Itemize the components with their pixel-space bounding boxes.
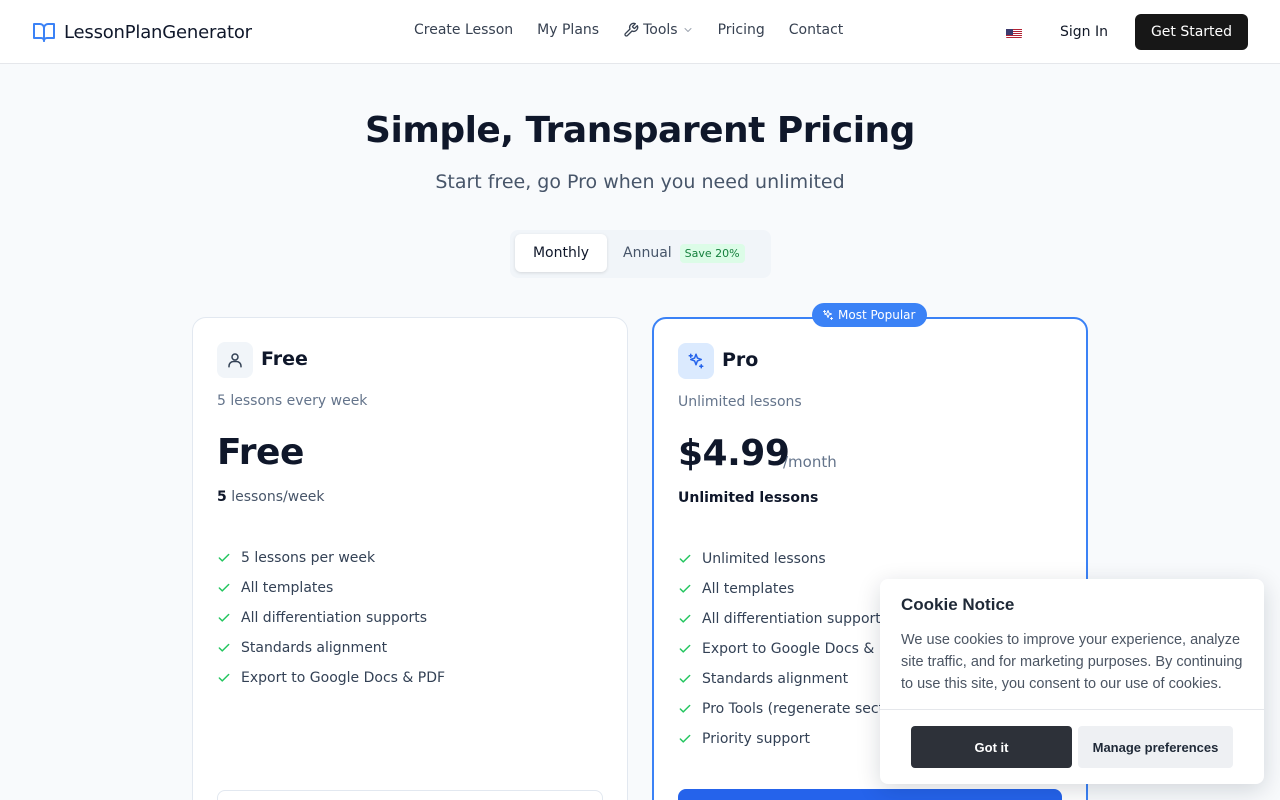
check-icon (679, 584, 691, 593)
check-icon (679, 644, 691, 653)
check-icon (218, 613, 230, 622)
feature-text: Pro Tools (regenerate sect (702, 701, 885, 717)
check-icon (218, 583, 230, 592)
feature-text: Priority support (702, 731, 811, 747)
feature-text: Standards alignment (241, 640, 388, 656)
check-icon (679, 704, 691, 713)
plan-quota-number: 5 (217, 489, 227, 505)
most-popular-label: Most Popular (838, 308, 916, 322)
check-icon (218, 673, 230, 682)
plan-description-free: 5 lessons every week (217, 393, 368, 409)
site-header: LessonPlanGenerator Create Lesson My Pla… (0, 0, 1280, 64)
page-title: Simple, Transparent Pricing (365, 110, 915, 151)
feature-item: 5 lessons per week (217, 543, 445, 573)
check-icon (218, 553, 230, 562)
wrench-icon (624, 22, 639, 37)
feature-list-pro: Unlimited lessons All templates All diff… (678, 544, 906, 754)
plan-price-free: Free (217, 432, 304, 473)
feature-item: Priority support (678, 724, 906, 754)
feature-text: All templates (702, 581, 795, 597)
sign-in-button[interactable]: Sign In (1048, 14, 1120, 50)
feature-item: Unlimited lessons (678, 544, 906, 574)
plan-name-pro: Pro (722, 349, 759, 371)
nav-pricing[interactable]: Pricing (718, 22, 765, 38)
feature-text: Export to Google Docs & PDF (702, 641, 907, 657)
user-icon (217, 342, 253, 378)
nav-create-lesson[interactable]: Create Lesson (414, 22, 513, 38)
billing-monthly-tab[interactable]: Monthly (515, 234, 607, 272)
feature-item: All differentiation supports (217, 603, 445, 633)
check-icon (679, 734, 691, 743)
feature-item: Export to Google Docs & PDF (217, 663, 445, 693)
free-plan-button[interactable] (217, 790, 603, 800)
save-badge: Save 20% (679, 243, 745, 263)
plan-quota-pro: Unlimited lessons (678, 490, 819, 506)
feature-text: All differentiation supports (241, 610, 428, 626)
cookie-manage-button[interactable]: Manage preferences (1078, 726, 1233, 768)
check-icon (679, 614, 691, 623)
check-icon (218, 643, 230, 652)
feature-item: All differentiation supports (678, 604, 906, 634)
check-icon (679, 674, 691, 683)
plan-quota-label: lessons/week (231, 489, 325, 505)
feature-text: All templates (241, 580, 334, 596)
feature-text: All differentiation supports (702, 611, 889, 627)
feature-text: Unlimited lessons (702, 551, 826, 567)
feature-item: All templates (678, 574, 906, 604)
feature-text: Standards alignment (702, 671, 849, 687)
feature-item: Standards alignment (678, 664, 906, 694)
cookie-notice: Cookie Notice We use cookies to improve … (880, 579, 1264, 784)
book-open-icon (33, 23, 55, 42)
plan-price-pro: $4.99 (678, 433, 790, 474)
sparkles-icon (678, 343, 714, 379)
billing-annual-label: Annual (623, 245, 672, 261)
feature-text: Export to Google Docs & PDF (241, 670, 446, 686)
main-nav: Create Lesson My Plans Tools Pricing Con… (414, 22, 843, 38)
cookie-divider (880, 709, 1264, 710)
cookie-accept-button[interactable]: Got it (911, 726, 1072, 768)
feature-item: Pro Tools (regenerate sect (678, 694, 906, 724)
nav-tools-label: Tools (643, 22, 678, 38)
plan-description-pro: Unlimited lessons (678, 394, 802, 410)
cookie-title: Cookie Notice (901, 595, 1015, 614)
cookie-text: We use cookies to improve your experienc… (901, 632, 1243, 692)
plan-quota-free: 5 lessons/week (217, 489, 325, 505)
feature-item: Standards alignment (217, 633, 445, 663)
get-started-button[interactable]: Get Started (1135, 14, 1248, 50)
logo[interactable]: LessonPlanGenerator (32, 20, 252, 44)
billing-toggle: Monthly Annual Save 20% (510, 230, 771, 278)
us-flag-icon[interactable] (1006, 26, 1022, 38)
feature-list-free: 5 lessons per week All templates All dif… (217, 543, 445, 693)
most-popular-badge: Most Popular (812, 303, 928, 327)
sparkles-icon (823, 310, 833, 320)
nav-my-plans[interactable]: My Plans (537, 22, 599, 38)
billing-annual-tab[interactable]: Annual Save 20% (623, 234, 745, 272)
chevron-down-icon (684, 28, 692, 32)
pro-plan-button[interactable] (678, 789, 1062, 800)
check-icon (679, 554, 691, 563)
nav-tools[interactable]: Tools (623, 22, 694, 38)
logo-text: LessonPlanGenerator (64, 21, 252, 43)
feature-item: Export to Google Docs & PDF (678, 634, 906, 664)
page-subtitle: Start free, go Pro when you need unlimit… (435, 171, 845, 193)
feature-text: 5 lessons per week (241, 550, 376, 566)
feature-item: All templates (217, 573, 445, 603)
nav-contact[interactable]: Contact (789, 22, 843, 38)
plan-name-free: Free (261, 348, 308, 370)
plan-period-pro: /month (783, 453, 837, 471)
